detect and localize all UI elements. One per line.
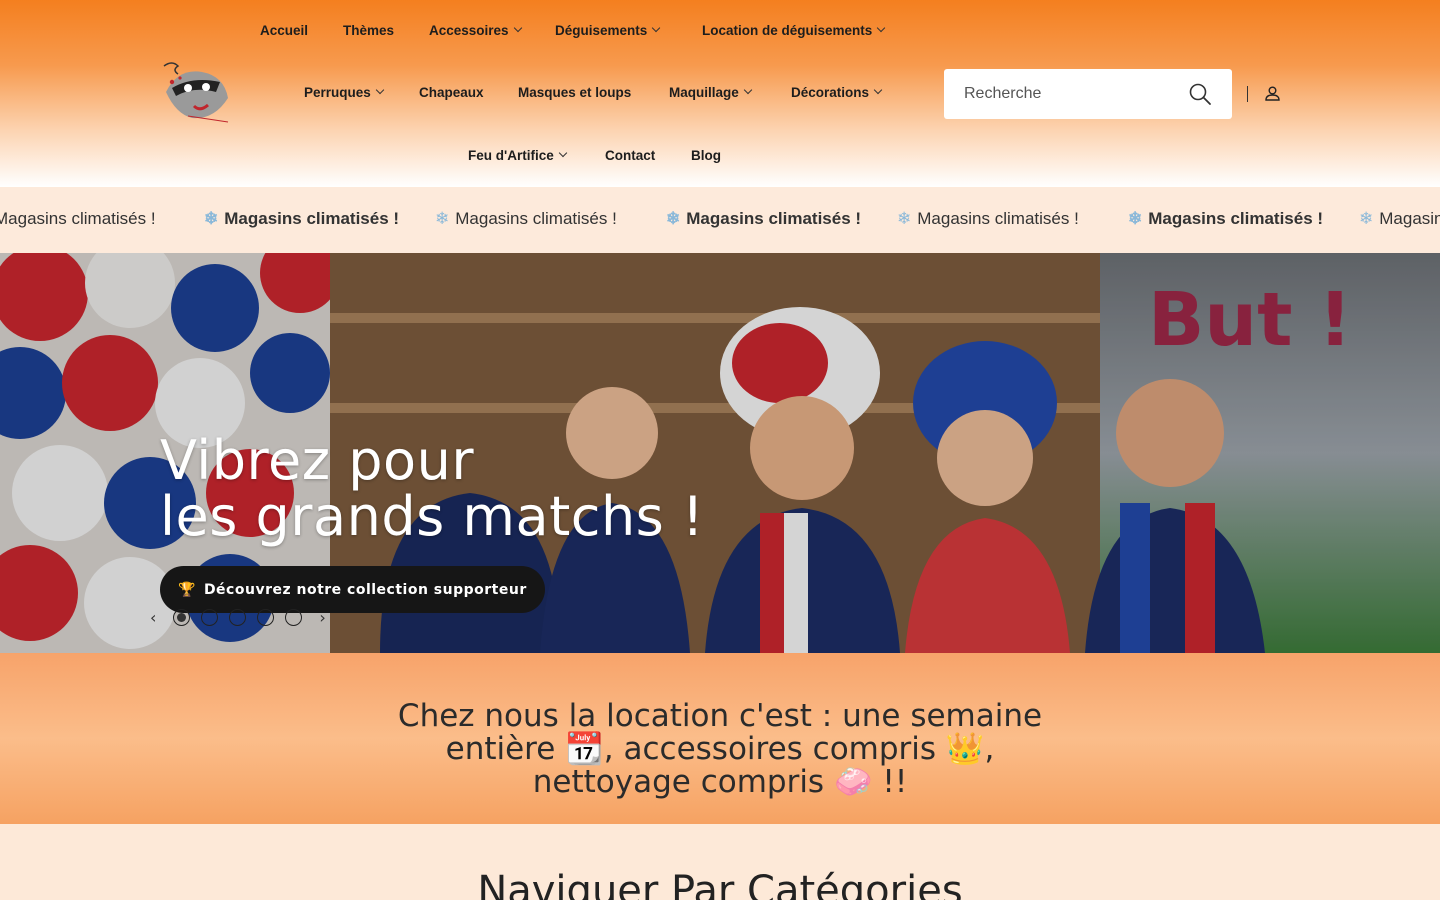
nav-contact[interactable]: Contact [605, 145, 655, 165]
site-logo[interactable] [158, 58, 234, 124]
chevron-down-icon [375, 85, 385, 95]
hero-title: Vibrez pour les grands matchs ! [160, 429, 705, 548]
header-divider [1247, 86, 1248, 102]
slide-dot[interactable] [201, 609, 219, 626]
nav-maquillage[interactable]: Maquillage [669, 82, 753, 102]
chevron-down-icon [652, 23, 661, 33]
nav-perruques[interactable]: Perruques [304, 82, 385, 102]
marquee-item: ❄Magasins climatisés ! [1359, 209, 1440, 228]
nav-decorations[interactable]: Décorations [791, 82, 883, 102]
location-banner-text: Chez nous la location c'est : une semain… [397, 698, 1043, 800]
site-header: Accueil Thèmes Accessoires Déguisements … [0, 0, 1440, 187]
chevron-left-icon[interactable]: ‹ [150, 608, 156, 627]
nav-location-deguisements[interactable]: Location de déguisements [702, 20, 886, 40]
chevron-right-icon[interactable]: › [319, 608, 325, 627]
trophy-icon: 🏆 [178, 581, 196, 598]
snowflake-icon: ❄ [204, 209, 219, 228]
user-account-icon[interactable] [1264, 85, 1281, 102]
snowflake-icon: ❄ [666, 209, 681, 228]
nav-accessoires[interactable]: Accessoires [429, 20, 522, 40]
nav-blog[interactable]: Blog [691, 145, 721, 165]
marquee-item: ❄Magasins climatisés ! [435, 209, 617, 228]
hero-slideshow: But ! Vibrez pour les grands matchs ! 🏆 [0, 253, 1440, 653]
search-box [944, 69, 1232, 119]
chevron-down-icon [558, 148, 567, 158]
marquee-item: ❄Magasins climatisés ! [1128, 209, 1324, 228]
nav-masques-loups[interactable]: Masques et loups [518, 82, 631, 102]
slide-dot[interactable] [173, 609, 191, 626]
nav-feu-artifice[interactable]: Feu d'Artifice [468, 145, 567, 165]
marquee-item: ❄Magasins climatisés ! [666, 209, 862, 228]
snowflake-icon: ❄ [897, 209, 912, 228]
slide-dot[interactable] [229, 609, 247, 626]
snowflake-icon: ❄ [435, 209, 450, 228]
chevron-down-icon [743, 85, 753, 95]
slideshow-controls: ‹ › [150, 608, 326, 627]
announcement-marquee: Magasins climatisés ! ❄ Magasins climatis… [0, 187, 1440, 253]
nav-themes[interactable]: Thèmes [343, 20, 394, 40]
marquee-item: ❄Magasins climatisés ! [204, 209, 400, 228]
slide-dot[interactable] [257, 609, 275, 626]
marquee-item: Magasins climatisés ! [0, 209, 156, 228]
snowflake-icon: ❄ [1128, 209, 1143, 228]
slide-dot[interactable] [285, 609, 303, 626]
snowflake-icon: ❄ [1359, 209, 1374, 228]
chevron-down-icon [877, 23, 886, 33]
chevron-down-icon [873, 85, 883, 95]
location-banner: Chez nous la location c'est : une semain… [0, 653, 1440, 824]
search-icon[interactable] [1188, 82, 1212, 106]
marquee-item: ❄Magasins climatisés ! [897, 209, 1079, 228]
nav-deguisements[interactable]: Déguisements [555, 20, 661, 40]
search-input[interactable] [964, 85, 1174, 103]
categories-heading: Naviguer Par Catégories [477, 868, 963, 900]
nav-chapeaux[interactable]: Chapeaux [419, 82, 484, 102]
chevron-down-icon [513, 23, 522, 33]
hero-cta-button[interactable]: 🏆 Découvrez notre collection supporteur [160, 566, 545, 613]
nav-accueil[interactable]: Accueil [260, 20, 308, 40]
